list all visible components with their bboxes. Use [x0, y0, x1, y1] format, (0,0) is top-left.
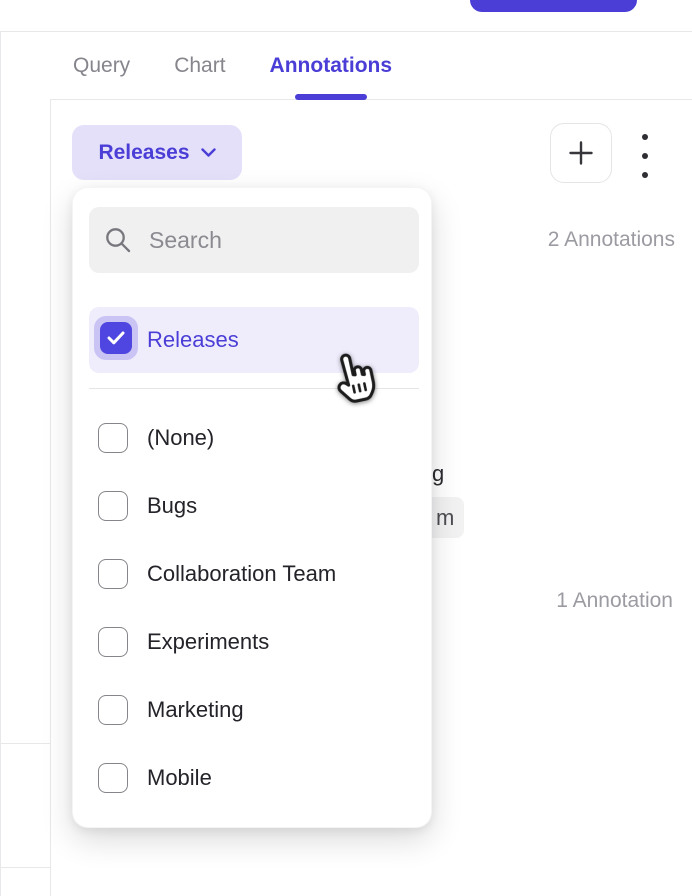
tab-annotations[interactable]: Annotations: [270, 32, 392, 99]
left-edge-border: [0, 32, 1, 896]
checked-checkbox[interactable]: [100, 322, 132, 354]
plus-icon: [567, 139, 595, 167]
annotation-type-dropdown: Releases (None) Bugs Collaboration Team …: [72, 187, 432, 828]
dropdown-item-label: Releases: [147, 307, 239, 373]
unchecked-checkbox[interactable]: [98, 423, 128, 453]
left-rail-border: [50, 32, 51, 896]
search-input[interactable]: [147, 226, 405, 255]
kebab-menu-icon: [642, 172, 648, 178]
dropdown-divider: [89, 388, 419, 389]
occluded-tag-fragment: m: [432, 497, 464, 538]
unchecked-checkbox[interactable]: [98, 695, 128, 725]
annotation-count-badge: 1 Annotation: [556, 589, 673, 613]
tab-query-label: Query: [73, 54, 130, 78]
tab-chart[interactable]: Chart: [174, 32, 225, 99]
occluded-text-fragment: g: [432, 461, 444, 487]
kebab-menu-icon: [642, 134, 648, 140]
more-options-button[interactable]: [637, 134, 653, 178]
kebab-menu-icon: [642, 153, 648, 159]
search-icon: [103, 225, 133, 255]
dropdown-item-label: (None): [147, 425, 214, 451]
unchecked-checkbox[interactable]: [98, 763, 128, 793]
dropdown-item-none[interactable]: (None): [73, 404, 433, 472]
dropdown-item-releases-selected[interactable]: Releases: [89, 307, 419, 373]
annotations-panel-screen: Query Chart Annotations Releases 2 Annot…: [0, 0, 692, 896]
dropdown-item-mobile[interactable]: Mobile: [73, 744, 433, 812]
occluded-tag-text: m: [436, 505, 454, 531]
annotation-type-filter-button[interactable]: Releases: [72, 125, 242, 180]
chevron-down-icon: [201, 148, 216, 158]
dropdown-item-collaboration-team[interactable]: Collaboration Team: [73, 540, 433, 608]
dropdown-item-bugs[interactable]: Bugs: [73, 472, 433, 540]
tab-active-underline: [295, 94, 367, 100]
dropdown-item-experiments[interactable]: Experiments: [73, 608, 433, 676]
filter-button-label: Releases: [98, 141, 189, 165]
add-annotation-button[interactable]: [550, 123, 612, 183]
dropdown-item-label: Bugs: [147, 493, 197, 519]
dropdown-item-label: Mobile: [147, 765, 212, 791]
left-rail-divider-1: [0, 743, 50, 744]
dropdown-item-list: (None) Bugs Collaboration Team Experimen…: [73, 404, 433, 812]
tab-chart-label: Chart: [174, 54, 225, 78]
checkbox-focus-halo: [94, 316, 138, 360]
dropdown-item-label: Experiments: [147, 629, 269, 655]
unchecked-checkbox[interactable]: [98, 491, 128, 521]
dropdown-item-label: Collaboration Team: [147, 561, 336, 587]
unchecked-checkbox[interactable]: [98, 559, 128, 589]
tab-bar: Query Chart Annotations: [50, 32, 692, 100]
tab-query[interactable]: Query: [73, 32, 130, 99]
dropdown-item-label: Marketing: [147, 697, 244, 723]
checkmark-icon: [107, 331, 125, 345]
dropdown-search: [89, 207, 419, 273]
unchecked-checkbox[interactable]: [98, 627, 128, 657]
primary-action-button-partial[interactable]: [470, 0, 637, 12]
dropdown-item-marketing[interactable]: Marketing: [73, 676, 433, 744]
left-rail-divider-2: [0, 867, 50, 868]
tab-annotations-label: Annotations: [270, 54, 392, 78]
annotations-count-badge: 2 Annotations: [548, 228, 675, 252]
